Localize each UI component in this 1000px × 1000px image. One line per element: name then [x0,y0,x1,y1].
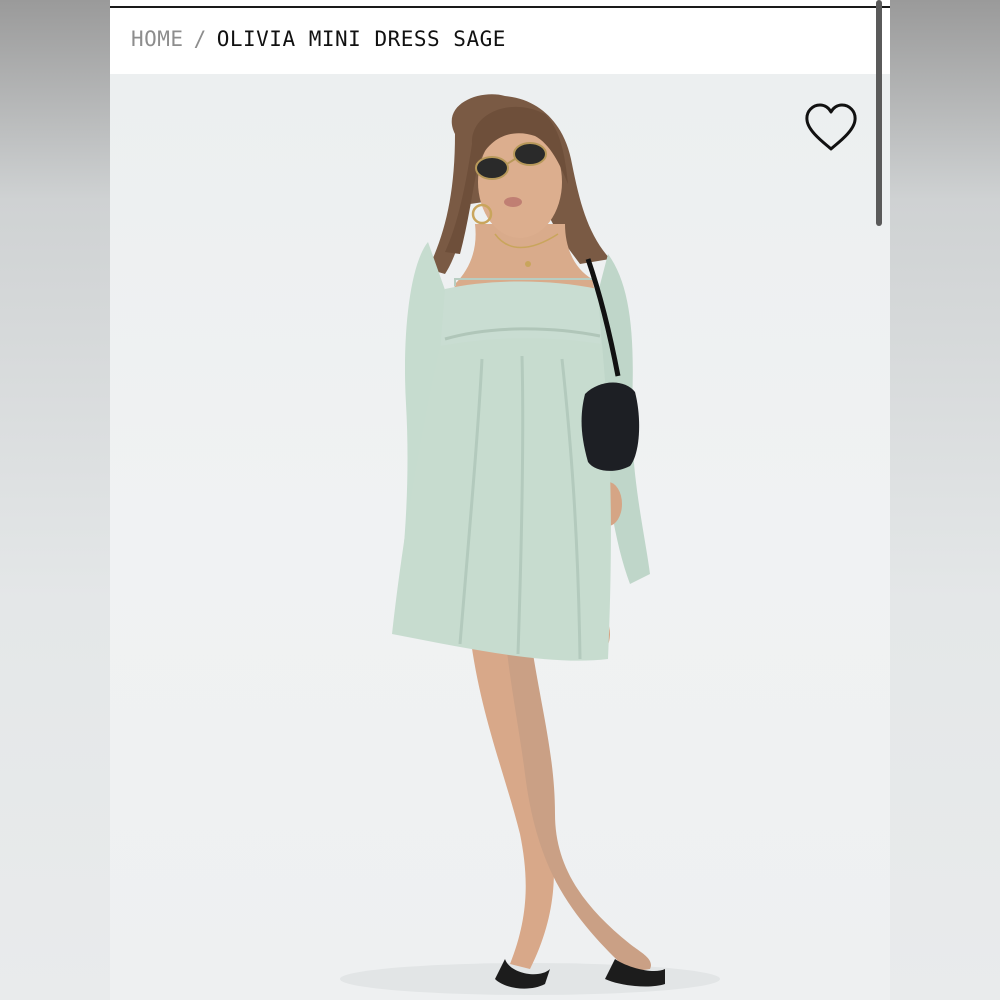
blurred-background-left [0,0,110,1000]
product-image[interactable] [110,74,890,1000]
breadcrumb-current-page: OLIVIA MINI DRESS SAGE [216,27,506,51]
blurred-background-right [890,0,1000,1000]
scrollbar-thumb[interactable] [876,0,882,226]
product-page: HOME / OLIVIA MINI DRESS SAGE [110,0,890,1000]
breadcrumb-home-link[interactable]: HOME [131,27,184,51]
header-divider [110,6,890,8]
breadcrumb-separator: / [193,27,207,51]
breadcrumb: HOME / OLIVIA MINI DRESS SAGE [131,27,506,51]
heart-icon [805,103,857,151]
product-photo [340,94,720,995]
wishlist-heart-icon[interactable] [803,102,859,154]
